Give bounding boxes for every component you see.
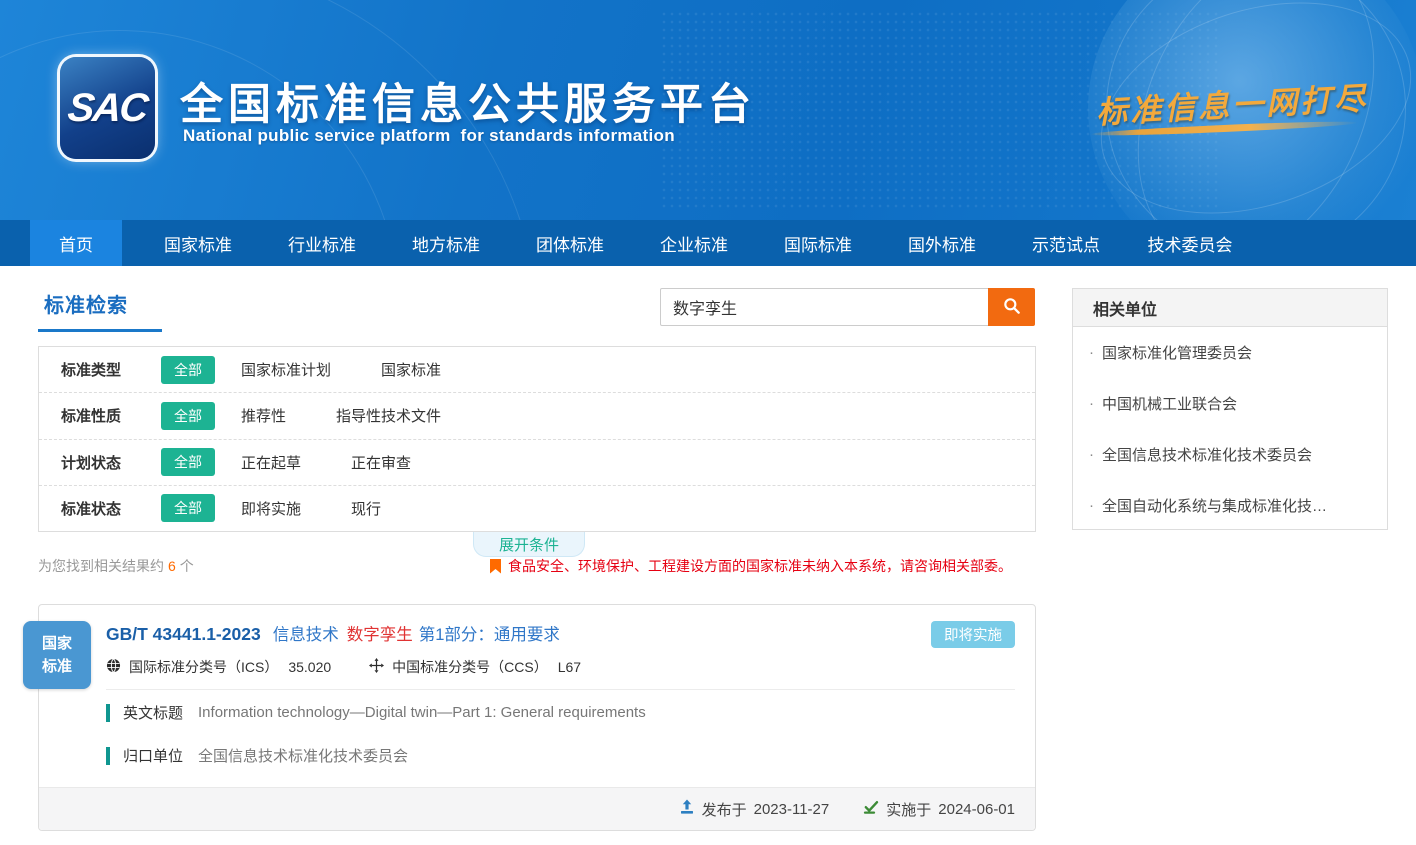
publish-upload-icon bbox=[679, 799, 695, 819]
ccs-compass-icon bbox=[369, 658, 384, 676]
filter-label: 计划状态 bbox=[61, 452, 161, 473]
filter-panel: 标准类型 全部 国家标准计划 国家标准 标准性质 全部 推荐性 指导性技术文件 … bbox=[38, 346, 1036, 532]
sidebar-item-automation-systems-committee[interactable]: · 全国自动化系统与集成标准化技… bbox=[1073, 480, 1387, 531]
expand-conditions-button[interactable]: 展开条件 bbox=[473, 532, 585, 557]
page-title-underline bbox=[38, 329, 162, 332]
standard-title-highlight: 数字孪生 bbox=[347, 626, 413, 644]
filter-all-button[interactable]: 全部 bbox=[161, 402, 215, 430]
filter-row-plan-status: 计划状态 全部 正在起草 正在审查 bbox=[39, 440, 1035, 486]
standard-result-card: 国家 标准 GB/T 43441.1-2023信息技术数字孪生第1部分：通用要求… bbox=[38, 604, 1036, 831]
filter-row-standard-nature: 标准性质 全部 推荐性 指导性技术文件 bbox=[39, 393, 1035, 439]
standard-title-link[interactable]: GB/T 43441.1-2023 信息技术数字孪生第1部分：通用要求 bbox=[106, 621, 560, 645]
nav-item-technical-committee[interactable]: 技术委员会 bbox=[1128, 220, 1252, 266]
filter-option[interactable]: 即将实施 bbox=[241, 498, 301, 519]
ics-value: 35.020 bbox=[288, 659, 331, 675]
site-title-chinese: 全国标准信息公共服务平台 bbox=[180, 70, 756, 132]
status-badge: 即将实施 bbox=[931, 621, 1015, 648]
committee-row: 归口单位 全国信息技术标准化技术委员会 bbox=[106, 745, 408, 766]
sidebar-item-sac[interactable]: · 国家标准化管理委员会 bbox=[1073, 327, 1387, 378]
publish-label: 发布于 bbox=[702, 799, 747, 820]
filter-all-button[interactable]: 全部 bbox=[161, 494, 215, 522]
nav-item-pilot[interactable]: 示范试点 bbox=[1004, 220, 1128, 266]
nav-item-home[interactable]: 首页 bbox=[30, 220, 122, 266]
card-footer: 发布于 2023-11-27 实施于 2024-06-01 bbox=[39, 787, 1035, 830]
bookmark-icon bbox=[490, 559, 501, 574]
committee-value: 全国信息技术标准化技术委员会 bbox=[198, 745, 408, 766]
filter-label: 标准性质 bbox=[61, 405, 161, 426]
committee-label: 归口单位 bbox=[123, 745, 183, 766]
national-standard-badge: 国家 标准 bbox=[23, 621, 91, 689]
filter-label: 标准状态 bbox=[61, 498, 161, 519]
publish-date-item: 发布于 2023-11-27 bbox=[679, 799, 830, 820]
bullet: · bbox=[1089, 497, 1094, 514]
nav-item-national-standards[interactable]: 国家标准 bbox=[136, 220, 260, 266]
page: SAC 全国标准信息公共服务平台 National public service… bbox=[0, 0, 1416, 845]
related-units-panel: 相关单位 · 国家标准化管理委员会 · 中国机械工业联合会 · 全国信息技术标准… bbox=[1072, 288, 1388, 530]
sac-logo-text: SAC bbox=[66, 86, 149, 131]
implement-check-icon bbox=[863, 799, 879, 819]
filter-label: 标准类型 bbox=[61, 359, 161, 380]
teal-bar-decoration bbox=[106, 747, 110, 765]
filter-all-button[interactable]: 全部 bbox=[161, 448, 215, 476]
filter-option[interactable]: 国家标准计划 bbox=[241, 359, 331, 380]
sac-logo[interactable]: SAC bbox=[60, 57, 155, 159]
nav-item-enterprise-standards[interactable]: 企业标准 bbox=[632, 220, 756, 266]
page-title: 标准检索 bbox=[44, 289, 128, 318]
classification-row: 国际标准分类号（ICS） 35.020 中国标准分类号（CCS） L67 bbox=[106, 657, 581, 677]
filter-option[interactable]: 现行 bbox=[351, 498, 381, 519]
notice-text: 食品安全、环境保护、工程建设方面的国家标准未纳入本系统，请咨询相关部委。 bbox=[508, 556, 1012, 576]
main-nav: 首页 国家标准 行业标准 地方标准 团体标准 企业标准 国际标准 国外标准 示范… bbox=[0, 220, 1416, 266]
standard-code: GB/T 43441.1-2023 bbox=[106, 624, 261, 644]
result-count-number: 6 bbox=[168, 558, 176, 574]
system-notice: 食品安全、环境保护、工程建设方面的国家标准未纳入本系统，请咨询相关部委。 bbox=[490, 556, 1012, 576]
nav-item-foreign-standards[interactable]: 国外标准 bbox=[880, 220, 1004, 266]
implement-label: 实施于 bbox=[886, 799, 931, 820]
nav-item-local-standards[interactable]: 地方标准 bbox=[384, 220, 508, 266]
sidebar-item-machinery-federation[interactable]: · 中国机械工业联合会 bbox=[1073, 378, 1387, 429]
bullet: · bbox=[1089, 344, 1094, 361]
implement-date-item: 实施于 2024-06-01 bbox=[863, 799, 1015, 820]
filter-row-standard-type: 标准类型 全部 国家标准计划 国家标准 bbox=[39, 347, 1035, 393]
filter-option[interactable]: 推荐性 bbox=[241, 405, 286, 426]
card-divider bbox=[106, 689, 1015, 690]
sidebar-item-it-standardization-committee[interactable]: · 全国信息技术标准化技术委员会 bbox=[1073, 429, 1387, 480]
search-input[interactable] bbox=[660, 288, 989, 326]
filter-all-button[interactable]: 全部 bbox=[161, 356, 215, 384]
search-button[interactable] bbox=[988, 288, 1035, 326]
magnifier-icon bbox=[1002, 296, 1022, 319]
english-title-label: 英文标题 bbox=[123, 702, 183, 723]
result-count: 为您找到相关结果约6个 bbox=[38, 556, 194, 576]
ccs-value: L67 bbox=[558, 659, 581, 675]
nav-item-industry-standards[interactable]: 行业标准 bbox=[260, 220, 384, 266]
english-title-value: Information technology—Digital twin—Part… bbox=[198, 704, 646, 721]
filter-option[interactable]: 指导性技术文件 bbox=[336, 405, 441, 426]
search-box bbox=[660, 288, 1035, 326]
filter-option[interactable]: 国家标准 bbox=[381, 359, 441, 380]
implement-date: 2024-06-01 bbox=[938, 801, 1015, 818]
filter-option[interactable]: 正在起草 bbox=[241, 452, 301, 473]
ics-label: 国际标准分类号（ICS） bbox=[129, 657, 278, 677]
teal-bar-decoration bbox=[106, 704, 110, 722]
standard-title-part: 信息技术 bbox=[273, 626, 339, 644]
standard-title-part: 第1部分：通用要求 bbox=[419, 626, 560, 644]
site-header: SAC 全国标准信息公共服务平台 National public service… bbox=[0, 0, 1416, 220]
nav-item-group-standards[interactable]: 团体标准 bbox=[508, 220, 632, 266]
bullet: · bbox=[1089, 395, 1094, 412]
filter-option[interactable]: 正在审查 bbox=[351, 452, 411, 473]
ccs-label: 中国标准分类号（CCS） bbox=[392, 657, 548, 677]
filter-row-standard-status: 标准状态 全部 即将实施 现行 bbox=[39, 486, 1035, 531]
publish-date: 2023-11-27 bbox=[754, 801, 830, 818]
related-units-title: 相关单位 bbox=[1073, 289, 1387, 327]
nav-item-international-standards[interactable]: 国际标准 bbox=[756, 220, 880, 266]
globe-icon bbox=[106, 658, 121, 676]
results-meta-line: 为您找到相关结果约6个 食品安全、环境保护、工程建设方面的国家标准未纳入本系统，… bbox=[38, 556, 1036, 576]
site-title-english: National public service platform for sta… bbox=[183, 126, 675, 146]
english-title-row: 英文标题 Information technology—Digital twin… bbox=[106, 702, 646, 723]
bullet: · bbox=[1089, 446, 1094, 463]
